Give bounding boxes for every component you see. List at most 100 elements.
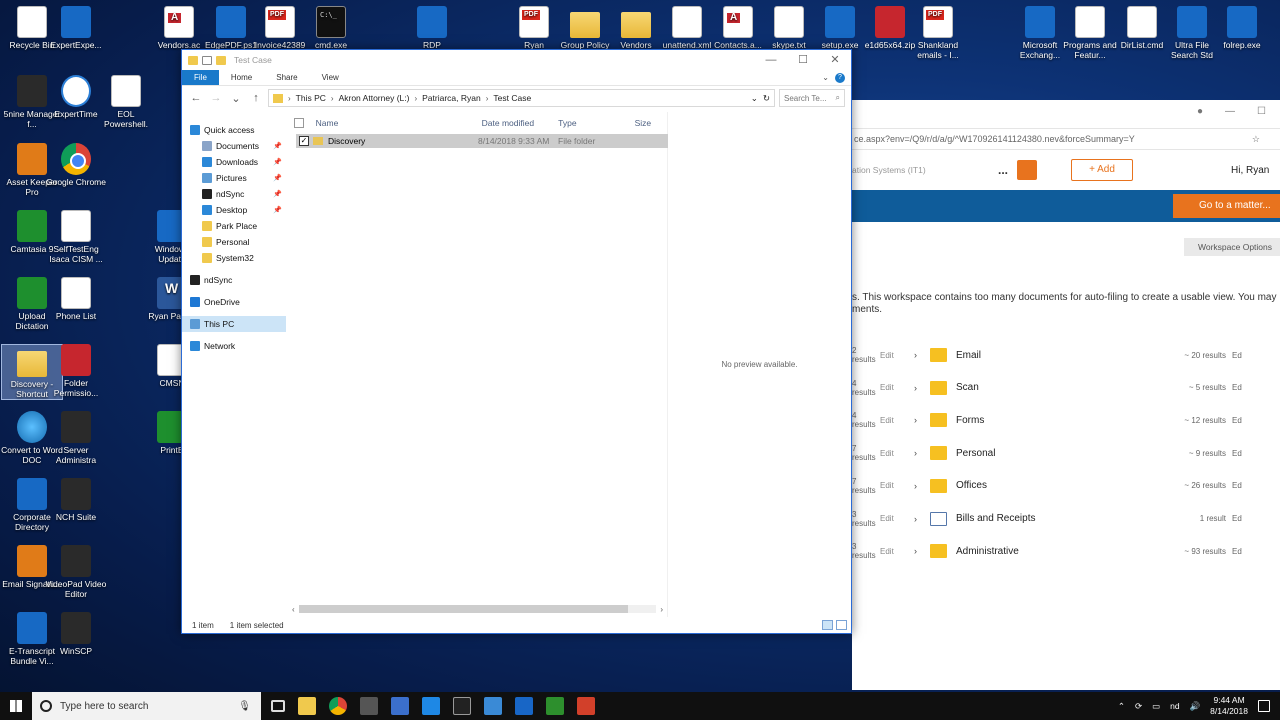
cabinet-selector[interactable]: ation Systems (IT1) (852, 165, 926, 175)
desktop-icon[interactable]: SelfTestEng Isaca CISM ... (45, 210, 107, 264)
chevron-right-icon[interactable]: › (331, 94, 334, 103)
edge-taskbar-icon[interactable] (422, 697, 440, 715)
sidebar-item-personal[interactable]: Personal (182, 234, 286, 250)
sidebar-item-this-pc[interactable]: This PC (182, 316, 286, 332)
details-view-icon[interactable] (822, 620, 833, 630)
bookmark-star-icon[interactable]: ☆ (1252, 134, 1260, 145)
rdp-taskbar-icon[interactable] (391, 697, 409, 715)
edit-link[interactable]: Edit (880, 416, 914, 425)
user-greeting[interactable]: Hi, Ryan (1231, 165, 1269, 176)
camtasia-taskbar-icon[interactable] (546, 697, 564, 715)
sidebar-item-park-place[interactable]: Park Place (182, 218, 286, 234)
more-menu-button[interactable]: ... (998, 163, 1008, 177)
help-icon[interactable]: ? (835, 72, 845, 83)
taskbar-search-box[interactable]: Type here to search 🎙 (32, 692, 261, 720)
workspace-folder-row[interactable]: 7 results Edit › Offices ~ 26 results Ed (852, 475, 1280, 497)
edit-link[interactable]: Ed (1232, 383, 1242, 392)
row-checkbox[interactable]: ✓ (299, 136, 309, 146)
new-folder-icon[interactable] (216, 55, 226, 65)
notifications-icon[interactable] (1258, 700, 1270, 712)
task-view-icon[interactable] (271, 700, 285, 712)
select-all-checkbox[interactable] (294, 118, 304, 128)
add-button[interactable]: + Add (1071, 159, 1133, 181)
search-input[interactable]: Search Te... ⌕ (779, 89, 845, 107)
app-taskbar-icon[interactable] (577, 697, 595, 715)
breadcrumb-item[interactable]: Patriarca, Ryan (422, 93, 481, 103)
sidebar-item-quick-access[interactable]: Quick access (182, 122, 286, 138)
minimize-button[interactable]: — (1225, 106, 1235, 117)
chevron-right-icon[interactable]: › (414, 94, 417, 103)
tab-home[interactable]: Home (219, 70, 264, 85)
outlook-taskbar-icon[interactable] (515, 697, 533, 715)
chrome-taskbar-icon[interactable] (329, 697, 347, 715)
chevron-right-icon[interactable]: › (914, 383, 930, 393)
desktop-icon[interactable]: Server Administra (45, 411, 107, 465)
app-taskbar-icon[interactable] (484, 697, 502, 715)
sidebar-item-ndsync[interactable]: ndSync 📌 (182, 186, 286, 202)
chevron-right-icon[interactable]: › (914, 350, 930, 360)
url-bar[interactable]: ce.aspx?env=/Q9/r/d/a/g/^W17092614112438… (852, 128, 1280, 150)
search-button[interactable] (1017, 160, 1037, 180)
folder-name[interactable]: Bills and Receipts (956, 513, 1176, 524)
column-date-modified[interactable]: Date modified (476, 118, 552, 128)
forward-button[interactable]: → (208, 92, 224, 104)
edit-link[interactable]: Ed (1232, 416, 1242, 425)
folder-name[interactable]: Administrative (956, 546, 1176, 557)
edit-link[interactable]: Edit (880, 383, 914, 392)
large-icons-view-icon[interactable] (836, 620, 847, 630)
folder-name[interactable]: Forms (956, 415, 1176, 426)
account-icon[interactable]: ● (1197, 106, 1203, 117)
tray-app-label[interactable]: nd (1170, 701, 1179, 711)
tab-share[interactable]: Share (264, 70, 309, 85)
chevron-right-icon[interactable]: › (914, 415, 930, 425)
sidebar-item-pictures[interactable]: Pictures 📌 (182, 170, 286, 186)
desktop-icon[interactable]: RDP (401, 6, 463, 50)
sidebar-item-documents[interactable]: Documents 📌 (182, 138, 286, 154)
scroll-track[interactable] (298, 605, 657, 613)
address-bar[interactable]: › This PC › Akron Attorney (L:) › Patria… (268, 89, 775, 107)
workspace-folder-row[interactable]: 4 results Edit › Forms ~ 12 results Ed (852, 409, 1280, 431)
chevron-right-icon[interactable]: › (914, 448, 930, 458)
workspace-folder-row[interactable]: 3 results Edit › Bills and Receipts 1 result… (852, 508, 1280, 530)
sidebar-item-downloads[interactable]: Downloads 📌 (182, 154, 286, 170)
desktop-icon[interactable]: folrep.exe (1211, 6, 1273, 50)
column-name[interactable]: Name (310, 118, 476, 128)
column-size[interactable]: Size (629, 118, 667, 128)
goto-matter-button[interactable]: Go to a matter... (1173, 194, 1280, 218)
desktop-icon[interactable]: NCH Suite (45, 478, 107, 522)
horizontal-scrollbar[interactable]: ‹ › (292, 603, 663, 615)
edit-link[interactable]: Ed (1232, 481, 1242, 490)
scroll-thumb[interactable] (298, 605, 628, 613)
back-button[interactable]: ← (188, 92, 204, 104)
edit-link[interactable]: Edit (880, 351, 914, 360)
scroll-left-icon[interactable]: ‹ (292, 605, 295, 614)
desktop-icon[interactable]: Google Chrome (45, 143, 107, 187)
sidebar-item-onedrive[interactable]: OneDrive (182, 294, 286, 310)
workspace-options-button[interactable]: Workspace Options (1184, 238, 1280, 256)
desktop-icon[interactable]: EOL Powershell. (95, 75, 157, 129)
desktop-icon[interactable]: WinSCP (45, 612, 107, 656)
chevron-right-icon[interactable]: › (914, 514, 930, 524)
edit-link[interactable]: Ed (1232, 351, 1242, 360)
edit-link[interactable]: Edit (880, 481, 914, 490)
cmd-taskbar-icon[interactable] (453, 697, 471, 715)
breadcrumb-item[interactable]: This PC (296, 93, 326, 103)
desktop-icon[interactable]: Folder Permissio... (45, 344, 107, 398)
address-dropdown-icon[interactable]: ⌄ (751, 93, 758, 104)
tab-file[interactable]: File (182, 70, 219, 85)
expand-ribbon-icon[interactable]: ⌄ (822, 73, 829, 82)
properties-icon[interactable] (202, 55, 212, 65)
workspace-folder-row[interactable]: 7 results Edit › Personal ~ 9 results Ed (852, 442, 1280, 464)
microphone-icon[interactable]: 🎙 (238, 701, 251, 712)
scroll-right-icon[interactable]: › (660, 605, 663, 614)
sidebar-item-system32[interactable]: System32 (182, 250, 286, 266)
desktop-icon[interactable]: Phone List (45, 277, 107, 321)
edit-link[interactable]: Ed (1232, 547, 1242, 556)
desktop-icon[interactable]: Shankland emails - I... (907, 6, 969, 60)
desktop-icon[interactable]: VideoPad Video Editor (45, 545, 107, 599)
network-icon[interactable]: ▭ (1152, 701, 1160, 712)
breadcrumb-item[interactable]: Test Case (493, 93, 531, 103)
sidebar-item-ndsync[interactable]: ndSync (182, 272, 286, 288)
breadcrumb-item[interactable]: Akron Attorney (L:) (339, 93, 410, 103)
edit-link[interactable]: Ed (1232, 449, 1242, 458)
